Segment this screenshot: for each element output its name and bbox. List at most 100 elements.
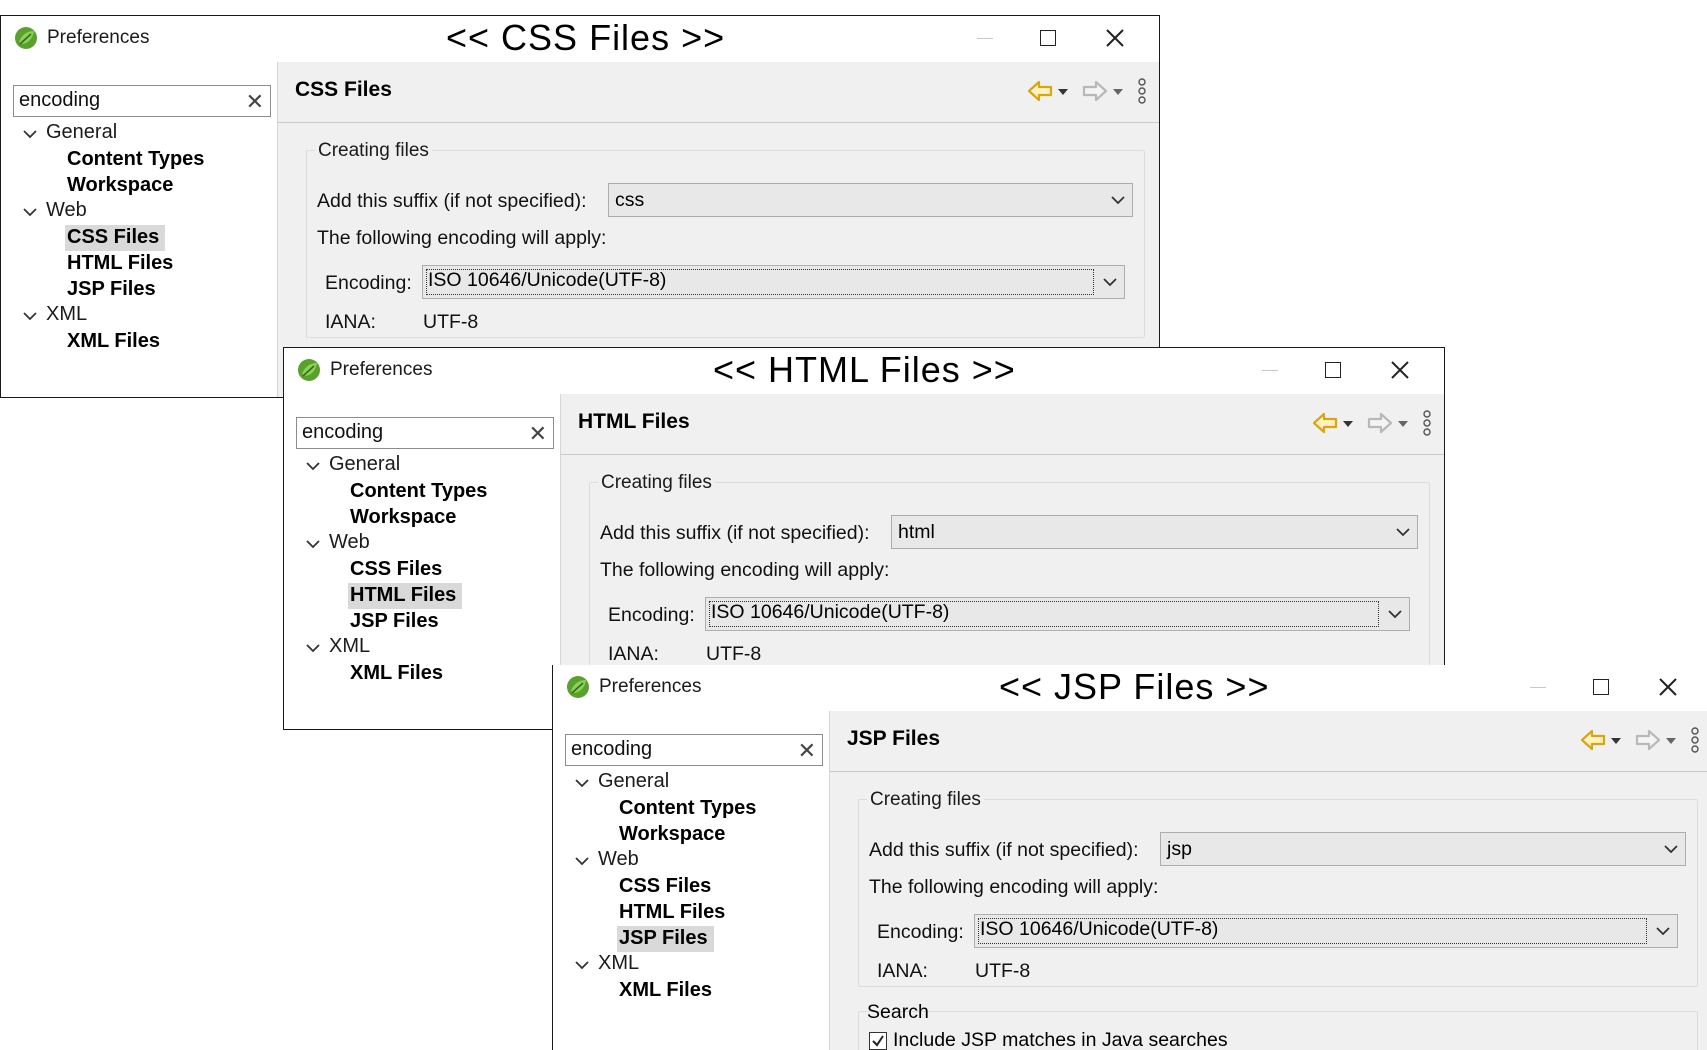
tree-item-jsp-files[interactable]: JSP Files bbox=[348, 609, 445, 635]
chevron-down-icon[interactable] bbox=[573, 774, 591, 792]
view-menu-icon[interactable] bbox=[1137, 76, 1147, 106]
iana-value: UTF-8 bbox=[423, 311, 479, 333]
minimize-icon[interactable] bbox=[1256, 358, 1284, 382]
suffix-value: jsp bbox=[1167, 838, 1192, 860]
tree-item-html-files[interactable]: HTML Files bbox=[617, 900, 731, 926]
caption-label: << JSP Files >> bbox=[999, 666, 1270, 707]
creating-files-title: Creating files bbox=[598, 472, 715, 494]
filter-input[interactable]: encoding ✕ bbox=[13, 85, 271, 117]
maximize-icon[interactable] bbox=[1033, 26, 1061, 50]
back-dropdown-icon[interactable] bbox=[1610, 725, 1622, 755]
page-header: JSP Files bbox=[830, 711, 1707, 772]
tree-item-html-files[interactable]: HTML Files bbox=[65, 251, 179, 277]
chevron-down-icon[interactable] bbox=[573, 956, 591, 974]
page-title: HTML Files bbox=[578, 410, 690, 433]
chevron-down-icon[interactable] bbox=[21, 125, 39, 143]
back-dropdown-icon[interactable] bbox=[1057, 76, 1069, 106]
back-arrow-icon[interactable] bbox=[1026, 76, 1054, 106]
forward-arrow-icon[interactable] bbox=[1634, 725, 1662, 755]
back-arrow-icon[interactable] bbox=[1311, 408, 1339, 438]
suffix-label: Add this suffix (if not specified): bbox=[869, 839, 1139, 861]
title-bar[interactable]: Preferences << HTML Files >> bbox=[284, 348, 1444, 394]
chevron-down-icon[interactable] bbox=[304, 639, 322, 657]
tree-item-label: XML Files bbox=[350, 662, 443, 684]
suffix-select[interactable]: jsp bbox=[1160, 832, 1686, 866]
forward-dropdown-icon[interactable] bbox=[1112, 76, 1124, 106]
preferences-window-jsp: Preferences << JSP Files >> encoding ✕ G… bbox=[552, 665, 1707, 1050]
tree-item-label: HTML Files bbox=[619, 901, 726, 923]
maximize-icon[interactable] bbox=[1586, 675, 1614, 699]
minimize-icon[interactable] bbox=[1524, 675, 1552, 699]
back-arrow-icon[interactable] bbox=[1579, 725, 1607, 755]
caption-label: << CSS Files >> bbox=[446, 17, 726, 58]
tree-item-jsp-files[interactable]: JSP Files bbox=[617, 926, 714, 952]
tree-item-label: Workspace bbox=[67, 174, 174, 196]
page-header: CSS Files bbox=[278, 62, 1159, 123]
page-title: CSS Files bbox=[295, 78, 392, 101]
forward-arrow-icon[interactable] bbox=[1081, 76, 1109, 106]
chevron-down-icon bbox=[1103, 278, 1117, 287]
chevron-down-icon[interactable] bbox=[21, 307, 39, 325]
chevron-down-icon[interactable] bbox=[573, 852, 591, 870]
window-title: Preferences bbox=[330, 359, 433, 380]
back-dropdown-icon[interactable] bbox=[1342, 408, 1354, 438]
search-group-title: Search bbox=[867, 1001, 929, 1023]
chevron-down-icon bbox=[1111, 196, 1125, 205]
tree-item-xml-files[interactable]: XML Files bbox=[348, 661, 449, 687]
tree-item-css-files[interactable]: CSS Files bbox=[617, 874, 717, 900]
encoding-select[interactable]: ISO 10646/Unicode(UTF-8) bbox=[974, 914, 1678, 948]
creating-files-title: Creating files bbox=[315, 140, 432, 162]
title-bar[interactable]: Preferences << CSS Files >> bbox=[1, 16, 1159, 62]
tree-item-workspace[interactable]: Workspace bbox=[617, 822, 731, 848]
close-icon[interactable] bbox=[1101, 26, 1129, 50]
iana-label: IANA: bbox=[877, 960, 928, 982]
forward-arrow-icon[interactable] bbox=[1366, 408, 1394, 438]
tree-item-xml-files[interactable]: XML Files bbox=[65, 329, 166, 355]
tree-item-xml-files[interactable]: XML Files bbox=[617, 978, 718, 1004]
forward-dropdown-icon[interactable] bbox=[1665, 725, 1677, 755]
suffix-select[interactable]: css bbox=[608, 183, 1133, 217]
page-header: HTML Files bbox=[561, 394, 1444, 455]
filter-input[interactable]: encoding ✕ bbox=[296, 417, 554, 449]
tree-item-label: CSS Files bbox=[350, 558, 443, 580]
title-bar[interactable]: Preferences << JSP Files >> bbox=[553, 665, 1707, 711]
iana-value: UTF-8 bbox=[975, 960, 1031, 982]
tree-item-css-files[interactable]: CSS Files bbox=[65, 225, 166, 251]
encoding-label: Encoding: bbox=[877, 921, 964, 943]
chevron-down-icon[interactable] bbox=[304, 457, 322, 475]
preference-page: JSP Files Creating files Add this suffix… bbox=[830, 711, 1707, 1050]
clear-icon[interactable]: ✕ bbox=[246, 89, 264, 115]
close-icon[interactable] bbox=[1386, 358, 1414, 382]
clear-icon[interactable]: ✕ bbox=[529, 421, 547, 447]
encoding-select[interactable]: ISO 10646/Unicode(UTF-8) bbox=[422, 265, 1125, 299]
maximize-icon[interactable] bbox=[1318, 358, 1346, 382]
view-menu-icon[interactable] bbox=[1422, 408, 1432, 438]
close-icon[interactable] bbox=[1654, 675, 1682, 699]
tree-item-label: HTML Files bbox=[67, 252, 174, 274]
caption-label: << HTML Files >> bbox=[713, 349, 1016, 390]
suffix-value: html bbox=[898, 521, 935, 543]
clear-icon[interactable]: ✕ bbox=[798, 738, 816, 764]
tree-item-label: Web bbox=[329, 531, 370, 553]
encoding-select[interactable]: ISO 10646/Unicode(UTF-8) bbox=[705, 597, 1410, 631]
tree-item-workspace[interactable]: Workspace bbox=[348, 505, 462, 531]
chevron-down-icon[interactable] bbox=[21, 203, 39, 221]
filter-input[interactable]: encoding ✕ bbox=[565, 734, 823, 766]
minimize-icon[interactable] bbox=[971, 26, 999, 50]
filter-value: encoding bbox=[19, 89, 101, 111]
window-title: Preferences bbox=[47, 27, 150, 48]
tree-item-html-files[interactable]: HTML Files bbox=[348, 583, 463, 609]
chevron-down-icon[interactable] bbox=[304, 535, 322, 553]
tree-item-content-types[interactable]: Content Types bbox=[65, 147, 210, 173]
tree-item-content-types[interactable]: Content Types bbox=[617, 796, 762, 822]
tree-item-workspace[interactable]: Workspace bbox=[65, 173, 179, 199]
view-menu-icon[interactable] bbox=[1690, 725, 1700, 755]
tree-item-css-files[interactable]: CSS Files bbox=[348, 557, 448, 583]
suffix-select[interactable]: html bbox=[891, 515, 1418, 549]
tree-item-jsp-files[interactable]: JSP Files bbox=[65, 277, 162, 303]
chevron-down-icon bbox=[1656, 927, 1670, 936]
checkbox-icon[interactable] bbox=[869, 1032, 887, 1050]
tree-item-content-types[interactable]: Content Types bbox=[348, 479, 493, 505]
forward-dropdown-icon[interactable] bbox=[1397, 408, 1409, 438]
chevron-down-icon bbox=[1396, 528, 1410, 537]
